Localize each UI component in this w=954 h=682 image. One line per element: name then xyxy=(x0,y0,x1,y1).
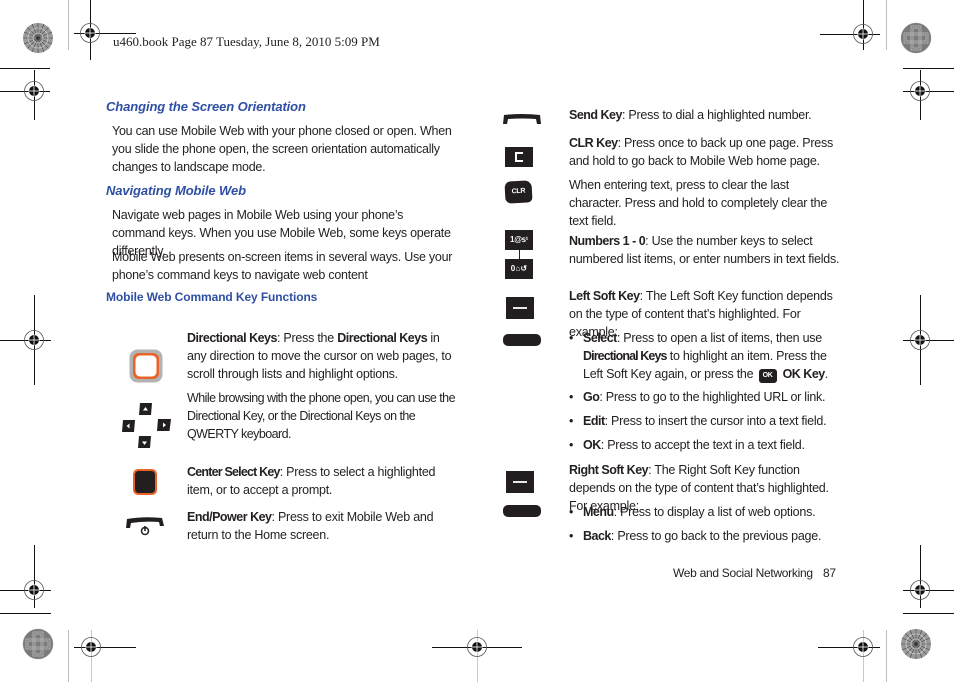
list-item: • Edit: Press to insert the cursor into a… xyxy=(569,414,827,428)
slug-line: u460.book Page 87 Tuesday, June 8, 2010 … xyxy=(113,34,380,49)
number-key-1-icon: 1@ꜱ¹ xyxy=(505,230,533,250)
end-power-key-icon xyxy=(126,517,164,536)
list-item: • Menu: Press to display a list of web op… xyxy=(569,505,816,519)
list-item: • OK: Press to accept the text in a text … xyxy=(569,438,805,452)
paragraph: Mobile Web presents on-screen items in s… xyxy=(112,250,453,282)
center-select-key-icon xyxy=(133,469,157,495)
registration-target-icon xyxy=(852,23,874,45)
crop-mark xyxy=(0,613,51,614)
key-description-end-power: End/Power Key: Press to exit Mobile Web … xyxy=(187,510,434,542)
paragraph: You can use Mobile Web with your phone c… xyxy=(112,124,452,174)
registration-target-icon xyxy=(466,636,488,658)
left-soft-key-icon xyxy=(506,297,534,319)
registration-rosette-icon xyxy=(900,628,932,660)
left-soft-key-button-icon xyxy=(503,334,541,346)
section-heading-screen-orientation: Changing the Screen Orientation xyxy=(106,99,306,114)
bullet-icon: • xyxy=(569,331,574,345)
trim-line xyxy=(886,0,887,50)
crop-mark xyxy=(903,613,954,614)
registration-target-icon xyxy=(909,80,931,102)
registration-target-icon xyxy=(852,636,874,658)
trim-line xyxy=(886,630,887,682)
key-description-center-select: Center Select Key: Press to select a hig… xyxy=(187,465,436,497)
crop-mark xyxy=(903,68,954,69)
subheading-command-keys: Mobile Web Command Key Functions xyxy=(106,290,318,304)
right-soft-key-icon xyxy=(506,471,534,493)
trim-line xyxy=(68,630,69,682)
key-description-directional: Directional Keys: Press the Directional … xyxy=(187,331,452,381)
section-heading-navigating: Navigating Mobile Web xyxy=(106,183,246,198)
registration-rosette-icon xyxy=(22,22,54,54)
key-description-clr-text-entry: When entering text, press to clear the l… xyxy=(569,178,828,228)
directional-ring-icon xyxy=(129,349,163,383)
registration-target-icon xyxy=(909,329,931,351)
trim-line xyxy=(68,0,69,50)
clr-key-icon: CLR xyxy=(504,180,533,204)
registration-target-icon xyxy=(23,579,45,601)
list-item: • Select: Press to open a list of items, … xyxy=(569,331,828,383)
registration-target-icon xyxy=(80,636,102,658)
number-range-connector xyxy=(519,250,520,259)
qwerty-arrow-keys-icon xyxy=(122,403,171,448)
list-item: • Back: Press to go back to the previous … xyxy=(569,529,822,543)
registration-target-icon xyxy=(23,329,45,351)
bullet-icon: • xyxy=(569,505,574,519)
ok-key-icon: OK xyxy=(758,369,777,383)
bullet-icon: • xyxy=(569,438,574,452)
bullet-icon: • xyxy=(569,414,574,428)
registration-rosette-icon xyxy=(22,628,54,660)
key-description-send: Send Key: Press to dial a highlighted nu… xyxy=(569,108,812,122)
crop-mark xyxy=(0,68,50,69)
key-description-qwerty: While browsing with the phone open, you … xyxy=(187,391,456,441)
right-soft-key-button-icon xyxy=(503,505,541,517)
send-key-icon xyxy=(503,114,541,124)
registration-target-icon xyxy=(23,80,45,102)
footer-section-title: Web and Social Networking xyxy=(673,566,813,580)
list-item: • Go: Press to go to the highlighted URL … xyxy=(569,390,826,404)
number-key-0-icon: 0⌂↺ xyxy=(505,259,533,279)
bullet-icon: • xyxy=(569,390,574,404)
bullet-icon: • xyxy=(569,529,574,543)
key-description-clr: CLR Key: Press once to back up one page.… xyxy=(569,136,833,168)
registration-rosette-icon xyxy=(900,22,932,54)
key-description-numbers: Numbers 1 - 0: Use the number keys to se… xyxy=(569,234,840,266)
registration-target-icon xyxy=(909,579,931,601)
c-key-icon xyxy=(505,147,533,167)
registration-target-icon xyxy=(79,22,101,44)
page-number: 87 xyxy=(823,566,836,580)
